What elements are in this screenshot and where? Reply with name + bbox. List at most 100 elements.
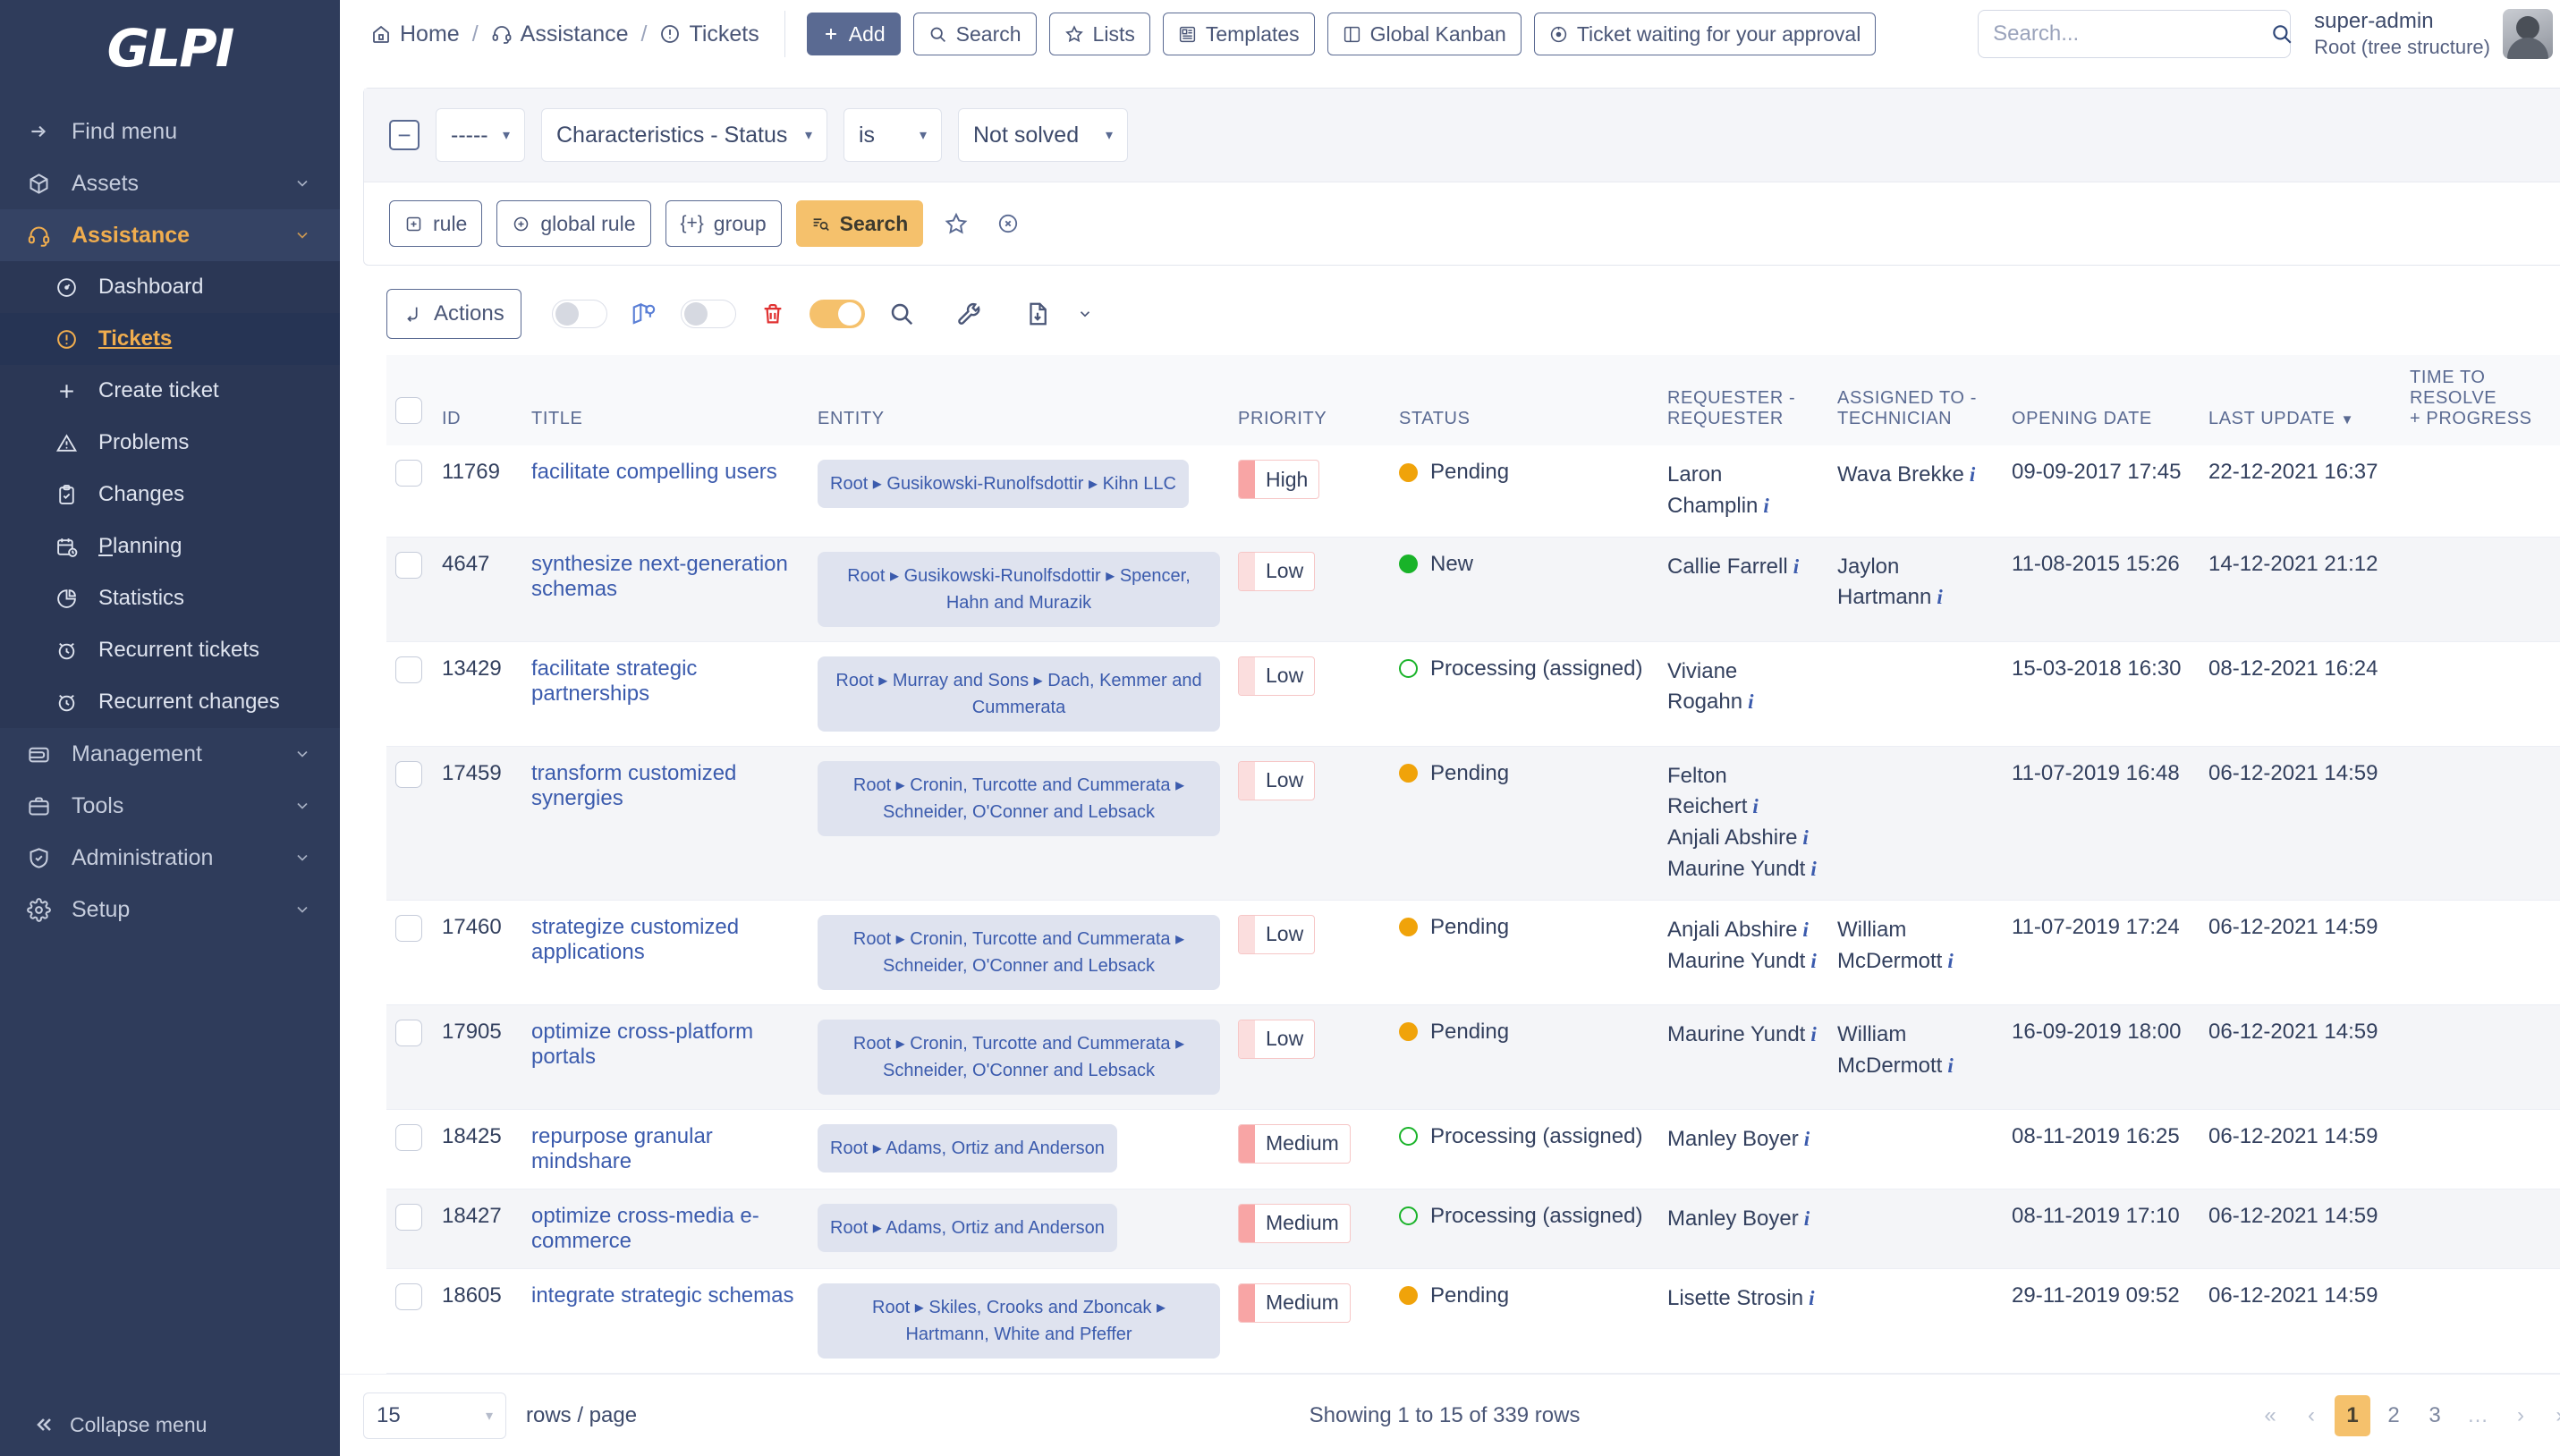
search-input[interactable] (1993, 21, 2271, 47)
table-row[interactable]: 17460 strategize customized applications R… (386, 900, 2560, 1005)
templates-button[interactable]: Templates (1162, 13, 1315, 55)
global-kanban-button[interactable]: Global Kanban (1327, 13, 1522, 55)
rows-per-page-select[interactable]: 15 ▾ (363, 1392, 506, 1439)
info-icon[interactable]: i (1797, 826, 1808, 849)
sidebar-item-recurrent-changes[interactable]: Recurrent changes (0, 676, 340, 728)
entity-chip[interactable]: Root ▸ Skiles, Crooks and Zboncak ▸ Hart… (818, 1282, 1220, 1359)
run-search-button[interactable]: Search (795, 200, 924, 247)
sidebar-item-setup[interactable]: Setup (0, 884, 340, 935)
col-entity[interactable]: ENTITY (809, 355, 1229, 445)
col-last-update[interactable]: LAST UPDATE ▼ (2200, 355, 2401, 445)
breadcrumb-assistance[interactable]: Assistance (491, 21, 629, 47)
table-row[interactable]: 13429 facilitate strategic partnerships Ro… (386, 641, 2560, 747)
row-checkbox[interactable] (395, 460, 422, 487)
info-icon[interactable]: i (1742, 690, 1753, 713)
sidebar-item-administration[interactable]: Administration (0, 832, 340, 884)
pagination-first[interactable]: « (2252, 1395, 2288, 1436)
collapse-menu-button[interactable]: Collapse menu (0, 1393, 340, 1456)
info-icon[interactable]: i (1964, 463, 1975, 486)
ticket-title-link[interactable]: repurpose granular mindshare (531, 1124, 713, 1173)
table-row[interactable]: 11769 facilitate compelling users Root ▸ G… (386, 445, 2560, 538)
criteria-field-select[interactable]: Characteristics - Status ▾ (541, 108, 827, 162)
col-title[interactable]: TITLE (522, 355, 809, 445)
ticket-title-link[interactable]: optimize cross-media e-commerce (531, 1204, 759, 1253)
user-menu[interactable]: super-admin Root (tree structure) (2314, 8, 2560, 60)
trash-icon[interactable] (754, 295, 792, 333)
delete-toggle[interactable] (680, 300, 736, 328)
pagination-page-3[interactable]: 3 (2417, 1395, 2453, 1436)
row-checkbox[interactable] (395, 1203, 422, 1231)
search-toggle[interactable] (809, 300, 865, 328)
sidebar-item-create-ticket[interactable]: Create ticket (0, 365, 340, 417)
add-group-button[interactable]: {+} group (665, 200, 782, 247)
sidebar-item-tickets[interactable]: Tickets (0, 313, 340, 365)
info-icon[interactable]: i (1805, 950, 1816, 972)
entity-chip[interactable]: Root ▸ Gusikowski-Runolfsdottir ▸ Kihn L… (818, 460, 1189, 508)
reset-circle-icon[interactable] (989, 205, 1027, 242)
criteria-value-select[interactable]: Not solved ▾ (958, 108, 1128, 162)
sidebar-item-dashboard[interactable]: Dashboard (0, 261, 340, 313)
info-icon[interactable]: i (1942, 1054, 1953, 1077)
sidebar-item-problems[interactable]: Problems (0, 417, 340, 469)
info-icon[interactable]: i (1803, 1287, 1814, 1309)
wrench-icon[interactable] (951, 295, 988, 333)
row-checkbox[interactable] (395, 914, 422, 942)
sidebar-item-management[interactable]: Management (0, 728, 340, 780)
entity-chip[interactable]: Root ▸ Adams, Ortiz and Anderson (818, 1203, 1117, 1252)
entity-chip[interactable]: Root ▸ Murray and Sons ▸ Dach, Kemmer an… (818, 656, 1220, 732)
entity-chip[interactable]: Root ▸ Gusikowski-Runolfsdottir ▸ Spence… (818, 551, 1220, 627)
sidebar-item-assets[interactable]: Assets (0, 157, 340, 209)
row-checkbox[interactable] (395, 760, 422, 788)
col-requester[interactable]: REQUESTER - REQUESTER (1658, 355, 1828, 445)
col-priority[interactable]: PRIORITY (1229, 355, 1390, 445)
pagination-prev[interactable]: ‹ (2293, 1395, 2329, 1436)
actions-button[interactable]: Actions (386, 289, 521, 339)
breadcrumb-home[interactable]: Home (370, 21, 460, 47)
ticket-title-link[interactable]: transform customized synergies (531, 761, 736, 810)
table-row[interactable]: 4647 synthesize next-generation schemas Ro… (386, 537, 2560, 642)
table-row[interactable]: 18425 repurpose granular mindshare Root ▸ … (386, 1109, 2560, 1189)
info-icon[interactable]: i (1805, 858, 1816, 880)
add-global-rule-button[interactable]: global rule (496, 200, 651, 247)
info-icon[interactable]: i (1747, 795, 1758, 817)
pagination-next[interactable]: › (2503, 1395, 2539, 1436)
add-rule-button[interactable]: rule (389, 200, 483, 247)
info-icon[interactable]: i (1942, 950, 1953, 972)
info-icon[interactable]: i (1805, 1023, 1816, 1045)
table-row[interactable]: 17459 transform customized synergies Root … (386, 746, 2560, 901)
chevron-down-icon[interactable] (1074, 295, 1096, 333)
global-search[interactable] (1978, 10, 2293, 58)
add-button[interactable]: Add (806, 13, 901, 55)
pagination-page-1[interactable]: 1 (2335, 1394, 2370, 1436)
sidebar-item-statistics[interactable]: Statistics (0, 572, 340, 624)
col-opening-date[interactable]: OPENING DATE (2003, 355, 2200, 445)
lists-button[interactable]: Lists (1048, 13, 1150, 55)
sidebar-item-assistance[interactable]: Assistance (0, 209, 340, 261)
ticket-title-link[interactable]: synthesize next-generation schemas (531, 552, 788, 601)
col-status[interactable]: STATUS (1390, 355, 1658, 445)
info-icon[interactable]: i (1799, 1207, 1810, 1230)
row-checkbox[interactable] (395, 1123, 422, 1151)
entity-chip[interactable]: Root ▸ Adams, Ortiz and Anderson (818, 1123, 1117, 1172)
criteria-operator-select[interactable]: is ▾ (843, 108, 942, 162)
search-icon[interactable] (2270, 22, 2293, 46)
breadcrumb-tickets[interactable]: Tickets (659, 21, 759, 47)
minus-square-icon[interactable]: − (389, 120, 420, 150)
info-icon[interactable]: i (1931, 586, 1942, 608)
info-icon[interactable]: i (1797, 918, 1808, 941)
ticket-title-link[interactable]: optimize cross-platform portals (531, 1020, 753, 1069)
sidebar-item-tools[interactable]: Tools (0, 780, 340, 832)
ticket-title-link[interactable]: integrate strategic schemas (531, 1283, 793, 1308)
sidebar-item-changes[interactable]: Changes (0, 469, 340, 521)
search-button[interactable]: Search (912, 13, 1037, 55)
table-row[interactable]: 18427 optimize cross-media e-commerce Root… (386, 1189, 2560, 1269)
entity-chip[interactable]: Root ▸ Cronin, Turcotte and Cummerata ▸ … (818, 914, 1220, 990)
sidebar-item-planning[interactable]: Planning (0, 521, 340, 572)
col-time-to-resolve[interactable]: TIME TO RESOLVE + PROGRESS (2401, 355, 2560, 445)
col-id[interactable]: ID (433, 355, 522, 445)
map-toggle[interactable] (551, 300, 607, 328)
star-icon[interactable] (937, 205, 975, 242)
table-row[interactable]: 18605 integrate strategic schemas Root ▸ S… (386, 1268, 2560, 1374)
entity-chip[interactable]: Root ▸ Cronin, Turcotte and Cummerata ▸ … (818, 760, 1220, 836)
ticket-waiting-approval-button[interactable]: Ticket waiting for your approval (1533, 13, 1877, 55)
